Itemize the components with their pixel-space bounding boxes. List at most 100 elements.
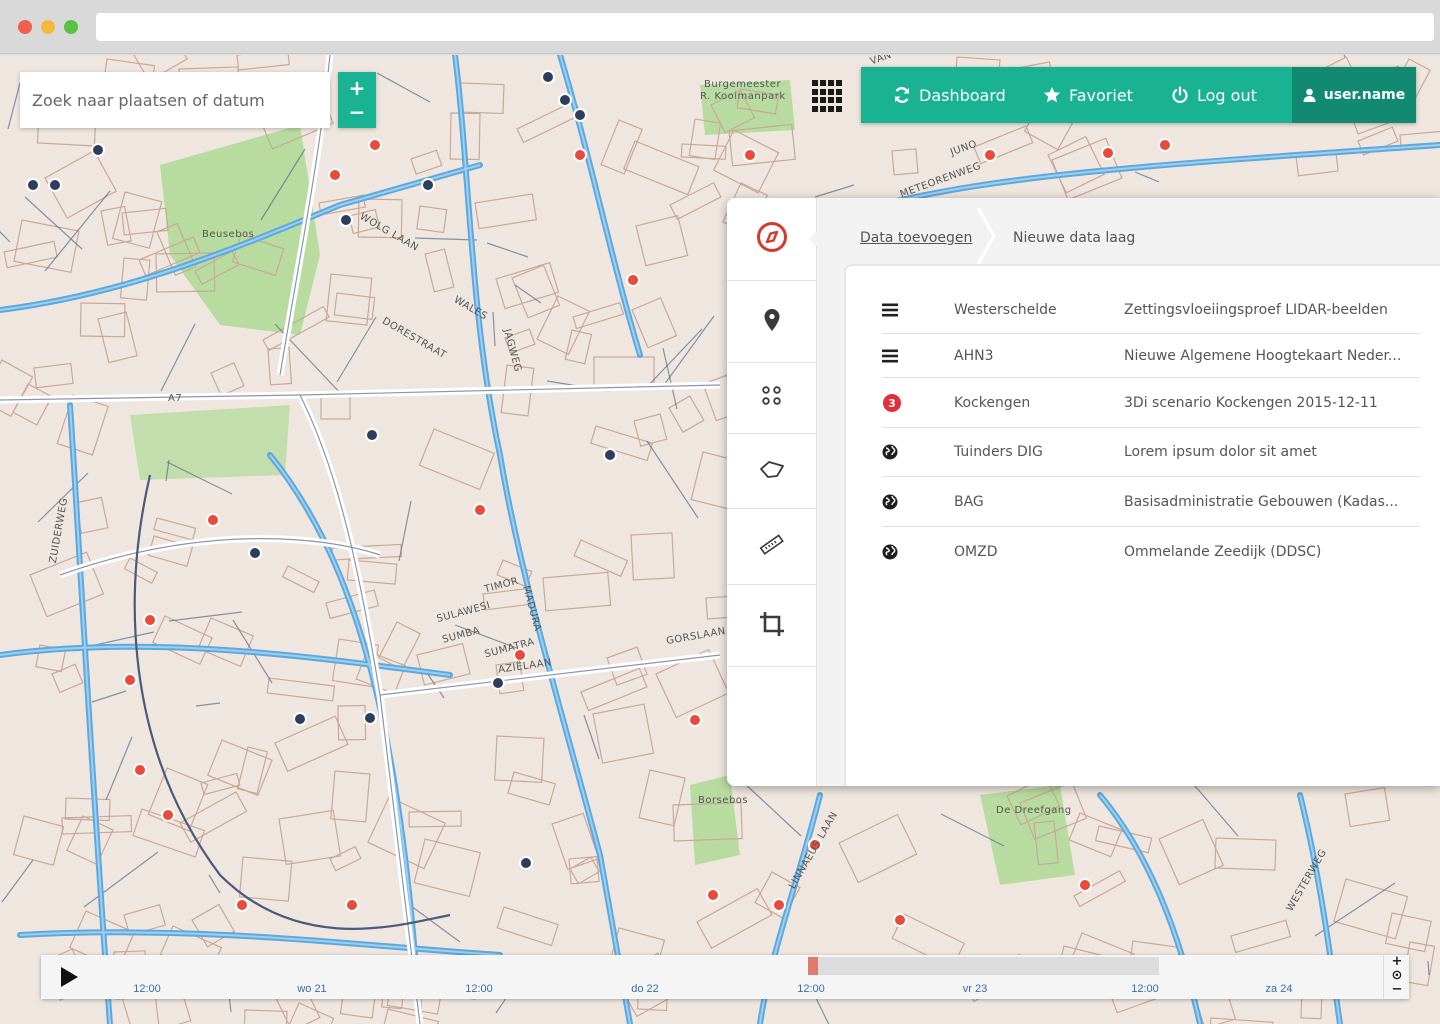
compass-icon xyxy=(756,221,788,257)
refresh-icon xyxy=(893,86,911,104)
window-maximize-button[interactable] xyxy=(64,20,78,34)
map-building-block xyxy=(838,813,918,884)
zoom-out-button[interactable]: − xyxy=(338,98,376,126)
map-building-block xyxy=(210,362,245,397)
breadcrumb-data-toevoegen-link[interactable]: Data toevoegen xyxy=(860,230,972,246)
play-button[interactable] xyxy=(57,965,81,989)
map-building-block xyxy=(458,82,505,115)
map-building-block xyxy=(495,261,560,310)
map-building-block xyxy=(712,129,780,194)
map-building-block xyxy=(593,356,655,388)
map-building-block xyxy=(424,248,455,293)
tool-crop[interactable] xyxy=(727,585,817,667)
map-street xyxy=(376,72,431,103)
window-minimize-button[interactable] xyxy=(41,20,55,34)
map-building-block xyxy=(638,769,686,827)
map-street xyxy=(814,184,855,198)
map-building-block xyxy=(56,394,109,456)
map-marker xyxy=(91,143,105,157)
map-street xyxy=(208,874,221,894)
address-bar[interactable] xyxy=(96,13,1434,41)
layer-name: OMZD xyxy=(954,544,998,560)
map-street xyxy=(44,190,111,272)
list-item[interactable]: 3 Kockengen 3Di scenario Kockengen 2015-… xyxy=(882,378,1420,428)
list-item[interactable]: OMZD Ommelande Zeedijk (DDSC) xyxy=(882,527,1420,577)
breadcrumb-separator-icon xyxy=(976,207,996,268)
map-marker xyxy=(558,93,572,107)
map-marker xyxy=(365,428,379,442)
map-building-block xyxy=(600,119,643,175)
tool-compass[interactable] xyxy=(727,198,818,281)
apps-grid-icon[interactable] xyxy=(812,80,844,112)
list-item[interactable]: Westerschelde Zettingsvloeiingsproef LID… xyxy=(882,286,1420,334)
map-marker xyxy=(1158,138,1172,152)
map-street xyxy=(583,714,600,760)
timeline-cursor-handle[interactable] xyxy=(808,957,818,975)
threedi-icon: 3 xyxy=(882,393,902,413)
map-building-block xyxy=(12,815,65,866)
map-building-block xyxy=(12,383,53,426)
layer-name: BAG xyxy=(954,493,984,510)
map-building-block xyxy=(622,140,700,196)
user-menu-button[interactable]: user.name xyxy=(1292,67,1416,123)
map-street xyxy=(7,82,21,130)
timeline[interactable]: 12:00 wo 21 12:00 do 22 12:00 vr 23 12:0… xyxy=(41,954,1410,999)
map-building-block xyxy=(1333,878,1409,940)
layer-description: Ommelande Zeedijk (DDSC) xyxy=(1124,544,1322,560)
map-building-block xyxy=(281,1002,335,1024)
power-icon xyxy=(1171,86,1189,104)
list-item[interactable]: BAG Basisadministratie Gebouwen (Kadas..… xyxy=(882,477,1420,527)
map-park xyxy=(690,775,740,865)
layer-name: Westerschelde xyxy=(954,301,1057,318)
points-icon xyxy=(761,385,783,411)
map-building-block xyxy=(1207,1017,1274,1024)
tool-location[interactable] xyxy=(727,281,817,363)
map-street xyxy=(1427,960,1430,976)
map-building-block xyxy=(111,191,163,249)
map-marker xyxy=(133,763,147,777)
tool-ruler[interactable] xyxy=(727,509,817,585)
favoriet-button[interactable]: Favoriet xyxy=(1043,67,1133,123)
map-street xyxy=(646,440,699,519)
hamburger-icon xyxy=(882,303,898,316)
dashboard-button[interactable]: Dashboard xyxy=(893,67,1006,123)
search-input[interactable] xyxy=(20,72,330,128)
window-close-button[interactable] xyxy=(18,20,32,34)
timeline-reset-button[interactable]: ⊙ xyxy=(1384,968,1410,983)
tool-points[interactable] xyxy=(727,363,817,434)
map-label-borsebos: Borsebos xyxy=(698,795,749,806)
logout-label: Log out xyxy=(1197,85,1257,105)
map-street xyxy=(160,323,196,392)
play-icon xyxy=(61,967,78,987)
timeline-zoom-out-button[interactable]: − xyxy=(1384,982,1410,997)
ruler-icon xyxy=(759,532,785,562)
layer-name: Kockengen xyxy=(954,394,1031,411)
list-item[interactable]: Tuinders DIG Lorem ipsum dolor sit amet xyxy=(882,428,1420,477)
map-marker xyxy=(26,178,40,192)
map-building-block xyxy=(1047,135,1105,194)
map-building-block xyxy=(330,770,371,823)
map-marker xyxy=(473,503,487,517)
tool-polygon[interactable] xyxy=(727,434,817,509)
map-marker xyxy=(339,213,353,227)
map-building-block xyxy=(151,615,213,666)
layer-description: Basisadministratie Gebouwen (Kadas... xyxy=(1124,493,1399,510)
map-building-block xyxy=(680,143,727,160)
timeline-zoom-in-button[interactable]: + xyxy=(1384,954,1410,969)
map-marker xyxy=(541,70,555,84)
polygon-icon xyxy=(759,459,785,483)
layer-name: AHN3 xyxy=(954,347,994,364)
map-building-block xyxy=(274,715,349,773)
timeline-tick: do 22 xyxy=(631,983,659,995)
map-building-block xyxy=(266,677,336,702)
timeline-range-bar[interactable] xyxy=(809,957,1159,975)
list-item[interactable]: AHN3 Nieuwe Algemene Hoogtekaart Neder..… xyxy=(882,334,1420,378)
map-building-block xyxy=(191,903,236,948)
map-marker xyxy=(743,148,757,162)
map-street xyxy=(91,690,127,703)
logout-button[interactable]: Log out xyxy=(1171,67,1257,123)
map-building-block xyxy=(1344,787,1391,828)
map-marker xyxy=(161,808,175,822)
data-panel: Data toevoegen Nieuwe data laag Westersc… xyxy=(727,198,1440,786)
map-building-block xyxy=(516,100,582,144)
